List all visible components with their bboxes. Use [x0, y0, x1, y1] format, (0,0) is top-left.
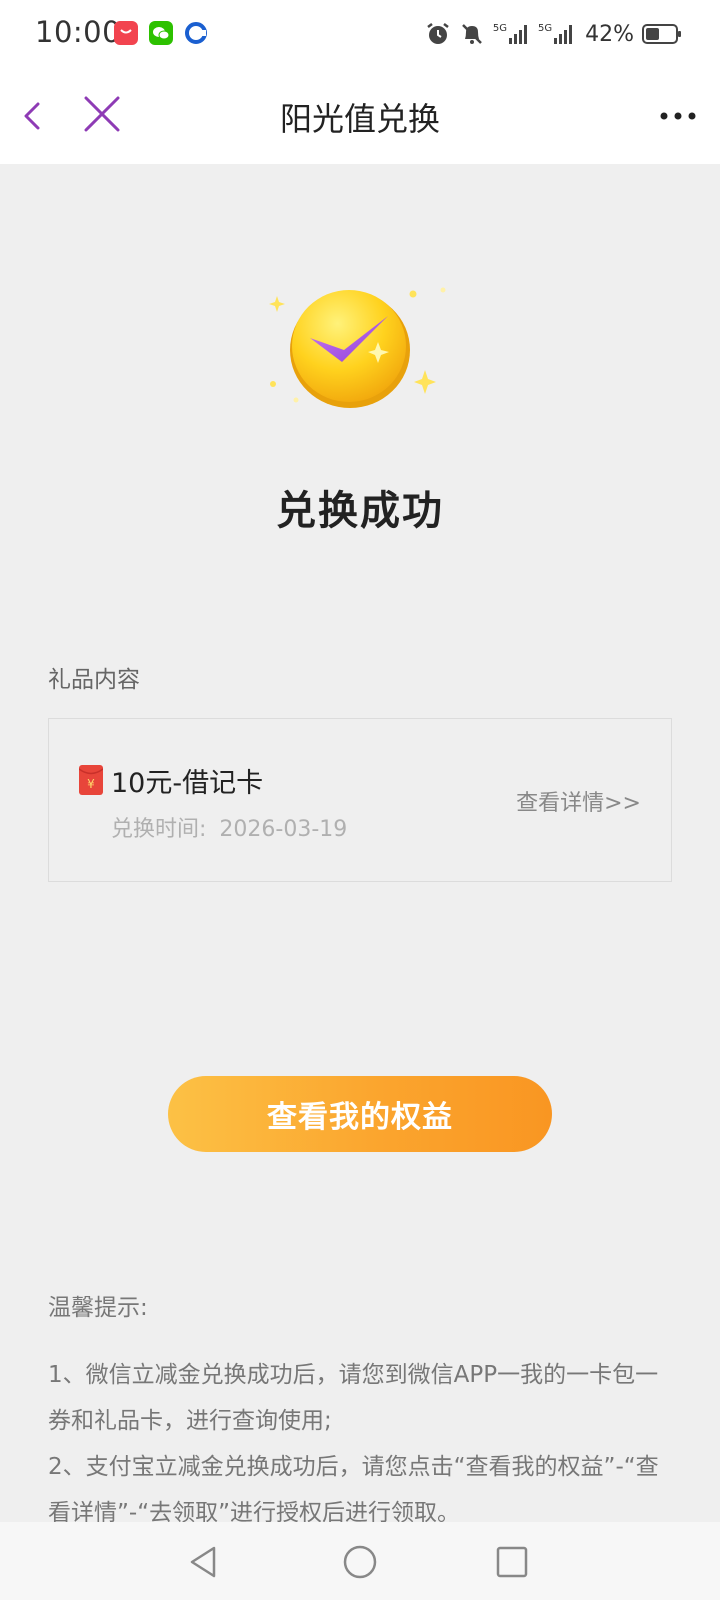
- gift-card: ¥ 10元-借记卡 兑换时间: 2026-03-19 查看详情>>: [48, 718, 672, 882]
- browser-icon: [184, 21, 208, 45]
- view-my-benefits-button[interactable]: 查看我的权益: [168, 1076, 552, 1152]
- gift-redeem-time: 兑换时间: 2026-03-19: [111, 811, 347, 843]
- tips-title: 温馨提示:: [48, 1295, 148, 1321]
- system-nav-bar: [0, 1522, 720, 1600]
- gift-time-value: 2026-03-19: [219, 817, 348, 842]
- status-bar: 10:00 5G 5G 42%: [0, 0, 720, 68]
- more-icon[interactable]: [654, 96, 702, 136]
- shopping-bag-icon: [114, 21, 138, 45]
- battery-percent: 42%: [585, 21, 634, 47]
- success-title: 兑换成功: [276, 488, 444, 534]
- gift-name: 10元-借记卡: [111, 768, 264, 799]
- status-right: 5G 5G 42%: [425, 18, 682, 50]
- home-circle-icon[interactable]: [340, 1542, 380, 1582]
- view-detail-link[interactable]: 查看详情>>: [516, 785, 641, 817]
- gift-time-label: 兑换时间:: [111, 817, 207, 842]
- status-time: 10:00: [35, 15, 122, 49]
- recents-square-icon[interactable]: [492, 1542, 532, 1582]
- back-triangle-icon[interactable]: [184, 1542, 224, 1582]
- tip-item: 1、微信立减金兑换成功后，请您到微信APP一我的一卡包一券和礼品卡，进行查询使用…: [48, 1362, 659, 1434]
- screen: 10:00 5G 5G 42% 阳光值兑换 兑换成功 礼品内容 ¥ 10元-借记…: [0, 0, 720, 1600]
- page-title: 阳光值兑换: [279, 100, 440, 138]
- wechat-icon: [149, 21, 173, 45]
- network-label: 5G: [537, 23, 553, 34]
- alarm-icon: [427, 23, 449, 44]
- nav-bar: 阳光值兑换: [0, 68, 720, 164]
- mute-bell-icon: [461, 24, 482, 44]
- svg-text:¥: ¥: [87, 777, 95, 791]
- red-envelope-icon: ¥: [79, 765, 103, 795]
- battery-icon: [642, 24, 681, 44]
- signal-icon: [508, 25, 527, 44]
- network-label: 5G: [492, 23, 507, 34]
- tips-body: 1、微信立减金兑换成功后，请您到微信APP一我的一卡包一券和礼品卡，进行查询使用…: [48, 1352, 672, 1536]
- signal-icon: [554, 25, 573, 44]
- gift-section-label: 礼品内容: [48, 667, 140, 693]
- success-check-coin-icon: [269, 287, 446, 408]
